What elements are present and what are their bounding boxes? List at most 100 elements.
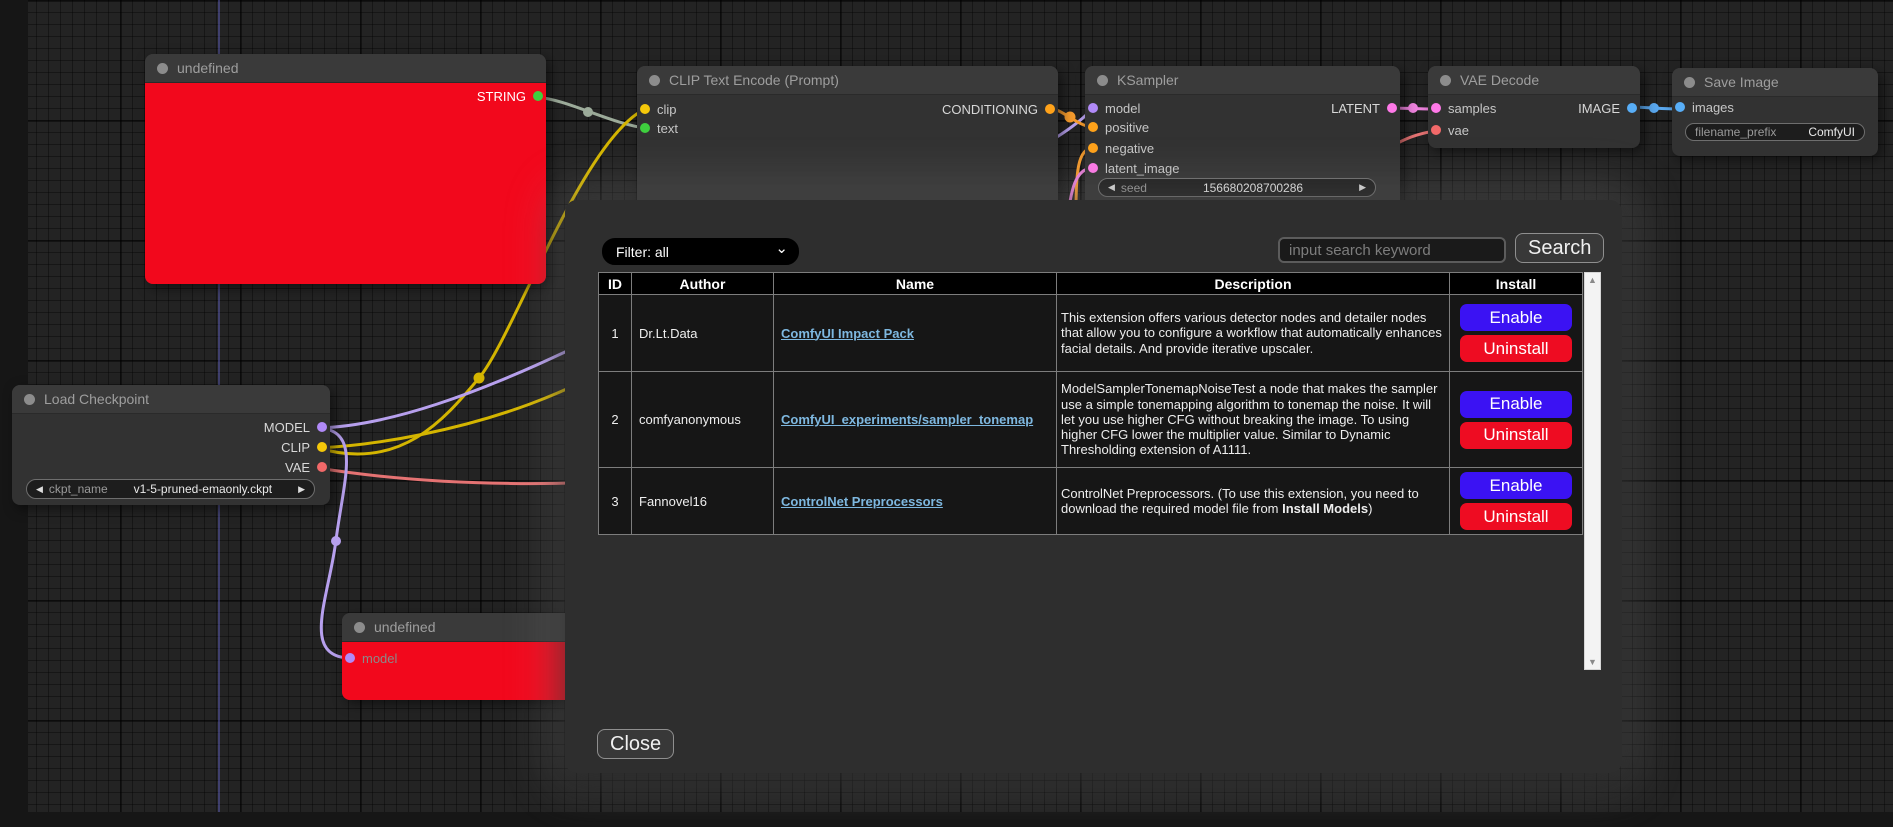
enable-button[interactable]: Enable xyxy=(1460,472,1572,499)
link-dot xyxy=(331,536,341,546)
cell-name: ControlNet Preprocessors xyxy=(774,468,1057,535)
cell-name: ComfyUI Impact Pack xyxy=(774,295,1057,372)
decrement-arrow-icon[interactable]: ◀ xyxy=(36,484,43,495)
vae-input-dot[interactable] xyxy=(1431,125,1441,135)
node-collapse-dot[interactable] xyxy=(157,63,168,74)
extension-link[interactable]: ComfyUI Impact Pack xyxy=(781,326,914,341)
node-title: CLIP Text Encode (Prompt) xyxy=(669,72,839,88)
string-output-slot[interactable]: STRING xyxy=(477,88,543,104)
cell-description: ModelSamplerTonemapNoiseTest a node that… xyxy=(1057,372,1450,468)
enable-button[interactable]: Enable xyxy=(1460,391,1572,418)
extension-link[interactable]: ControlNet Preprocessors xyxy=(781,494,943,509)
model-input-slot[interactable]: model xyxy=(345,650,397,666)
scroll-down-icon[interactable]: ▼ xyxy=(1585,655,1600,669)
column-header-name: Name xyxy=(774,273,1057,295)
comfyui-canvas[interactable]: undefined STRING CLIP Text Encode (Promp… xyxy=(0,0,1893,827)
decrement-arrow-icon[interactable]: ◀ xyxy=(1108,182,1115,193)
node-ksampler[interactable]: KSampler model positive negative latent_… xyxy=(1085,66,1400,220)
scroll-up-icon[interactable]: ▲ xyxy=(1585,273,1600,287)
column-header-id: ID xyxy=(599,273,632,295)
filter-dropdown[interactable]: Filter: all xyxy=(602,238,799,265)
images-input-slot[interactable]: images xyxy=(1675,99,1734,115)
vae-output-dot[interactable] xyxy=(317,462,327,472)
clip-input-slot[interactable]: clip xyxy=(640,101,677,117)
node-header[interactable]: VAE Decode xyxy=(1428,66,1640,95)
model-input-slot[interactable]: model xyxy=(1088,100,1140,116)
extension-table-head-row: IDAuthorNameDescriptionInstall xyxy=(599,273,1583,295)
node-header[interactable]: Load Checkpoint xyxy=(12,385,330,414)
node-vae-decode[interactable]: VAE Decode samples vae IMAGE xyxy=(1428,66,1640,148)
uninstall-button[interactable]: Uninstall xyxy=(1460,503,1572,530)
vae-input-slot[interactable]: vae xyxy=(1431,122,1469,138)
node-collapse-dot[interactable] xyxy=(1684,77,1695,88)
vae-output-slot[interactable]: VAE xyxy=(285,459,327,475)
samples-input-dot[interactable] xyxy=(1431,103,1441,113)
table-row: 3Fannovel16ControlNet PreprocessorsContr… xyxy=(599,468,1583,535)
latent-output-dot[interactable] xyxy=(1387,103,1397,113)
latent-image-input-slot[interactable]: latent_image xyxy=(1088,160,1179,176)
conditioning-output-dot[interactable] xyxy=(1045,104,1055,114)
search-button[interactable]: Search xyxy=(1515,233,1604,263)
ckpt-name-widget[interactable]: ◀ ckpt_name v1-5-pruned-emaonly.ckpt ▶ xyxy=(26,479,315,499)
positive-input-dot[interactable] xyxy=(1088,122,1098,132)
node-header[interactable]: KSampler xyxy=(1085,66,1400,95)
cell-author: Dr.Lt.Data xyxy=(632,295,774,372)
node-undefined-top[interactable]: undefined STRING xyxy=(145,54,546,284)
samples-input-slot[interactable]: samples xyxy=(1431,100,1496,116)
node-header[interactable]: undefined xyxy=(145,54,546,83)
increment-arrow-icon[interactable]: ▶ xyxy=(1359,182,1366,193)
conditioning-output-slot[interactable]: CONDITIONING xyxy=(942,101,1055,117)
table-row: 2comfyanonymousComfyUI_experiments/sampl… xyxy=(599,372,1583,468)
node-title: undefined xyxy=(177,60,239,76)
node-collapse-dot[interactable] xyxy=(354,622,365,633)
filename-prefix-widget[interactable]: filename_prefix ComfyUI xyxy=(1685,123,1865,141)
positive-input-slot[interactable]: positive xyxy=(1088,119,1149,135)
seed-widget[interactable]: ◀ seed 156680208700286 ▶ xyxy=(1098,178,1376,197)
node-collapse-dot[interactable] xyxy=(1440,75,1451,86)
table-row: 1Dr.Lt.DataComfyUI Impact PackThis exten… xyxy=(599,295,1583,372)
cell-install: Enable Uninstall xyxy=(1450,372,1583,468)
node-save-image[interactable]: Save Image images filename_prefix ComfyU… xyxy=(1672,68,1878,156)
node-collapse-dot[interactable] xyxy=(1097,75,1108,86)
model-output-slot[interactable]: MODEL xyxy=(264,419,327,435)
latent-image-input-dot[interactable] xyxy=(1088,163,1098,173)
node-undefined-bottom[interactable]: undefined model xyxy=(342,613,582,700)
increment-arrow-icon[interactable]: ▶ xyxy=(298,484,305,495)
node-header[interactable]: undefined xyxy=(342,613,582,642)
latent-output-slot[interactable]: LATENT xyxy=(1331,100,1397,116)
node-collapse-dot[interactable] xyxy=(24,394,35,405)
node-header[interactable]: CLIP Text Encode (Prompt) xyxy=(637,66,1058,95)
cell-id: 1 xyxy=(599,295,632,372)
table-scrollbar[interactable]: ▲ ▼ xyxy=(1584,272,1601,670)
enable-button[interactable]: Enable xyxy=(1460,304,1572,331)
negative-input-dot[interactable] xyxy=(1088,143,1098,153)
clip-output-slot[interactable]: CLIP xyxy=(281,439,327,455)
link-dot xyxy=(1649,103,1659,113)
model-output-dot[interactable] xyxy=(317,422,327,432)
node-title: VAE Decode xyxy=(1460,72,1539,88)
cell-id: 2 xyxy=(599,372,632,468)
model-input-dot[interactable] xyxy=(345,653,355,663)
image-output-slot[interactable]: IMAGE xyxy=(1578,100,1637,116)
image-output-dot[interactable] xyxy=(1627,103,1637,113)
link-dot xyxy=(474,373,485,384)
uninstall-button[interactable]: Uninstall xyxy=(1460,335,1572,362)
node-clip-text-encode[interactable]: CLIP Text Encode (Prompt) clip text COND… xyxy=(637,66,1058,220)
clip-output-dot[interactable] xyxy=(317,442,327,452)
model-input-dot[interactable] xyxy=(1088,103,1098,113)
images-input-dot[interactable] xyxy=(1675,102,1685,112)
search-input[interactable] xyxy=(1278,237,1506,263)
node-collapse-dot[interactable] xyxy=(649,75,660,86)
text-input-dot[interactable] xyxy=(640,123,650,133)
extension-link[interactable]: ComfyUI_experiments/sampler_tonemap xyxy=(781,412,1033,427)
column-header-author: Author xyxy=(632,273,774,295)
string-output-dot[interactable] xyxy=(533,91,543,101)
column-header-install: Install xyxy=(1450,273,1583,295)
close-button[interactable]: Close xyxy=(597,729,674,759)
uninstall-button[interactable]: Uninstall xyxy=(1460,422,1572,449)
clip-input-dot[interactable] xyxy=(640,104,650,114)
node-header[interactable]: Save Image xyxy=(1672,68,1878,97)
node-load-checkpoint[interactable]: Load Checkpoint MODEL CLIP VAE ◀ ckpt_na… xyxy=(12,385,330,505)
negative-input-slot[interactable]: negative xyxy=(1088,140,1154,156)
text-input-slot[interactable]: text xyxy=(640,120,678,136)
